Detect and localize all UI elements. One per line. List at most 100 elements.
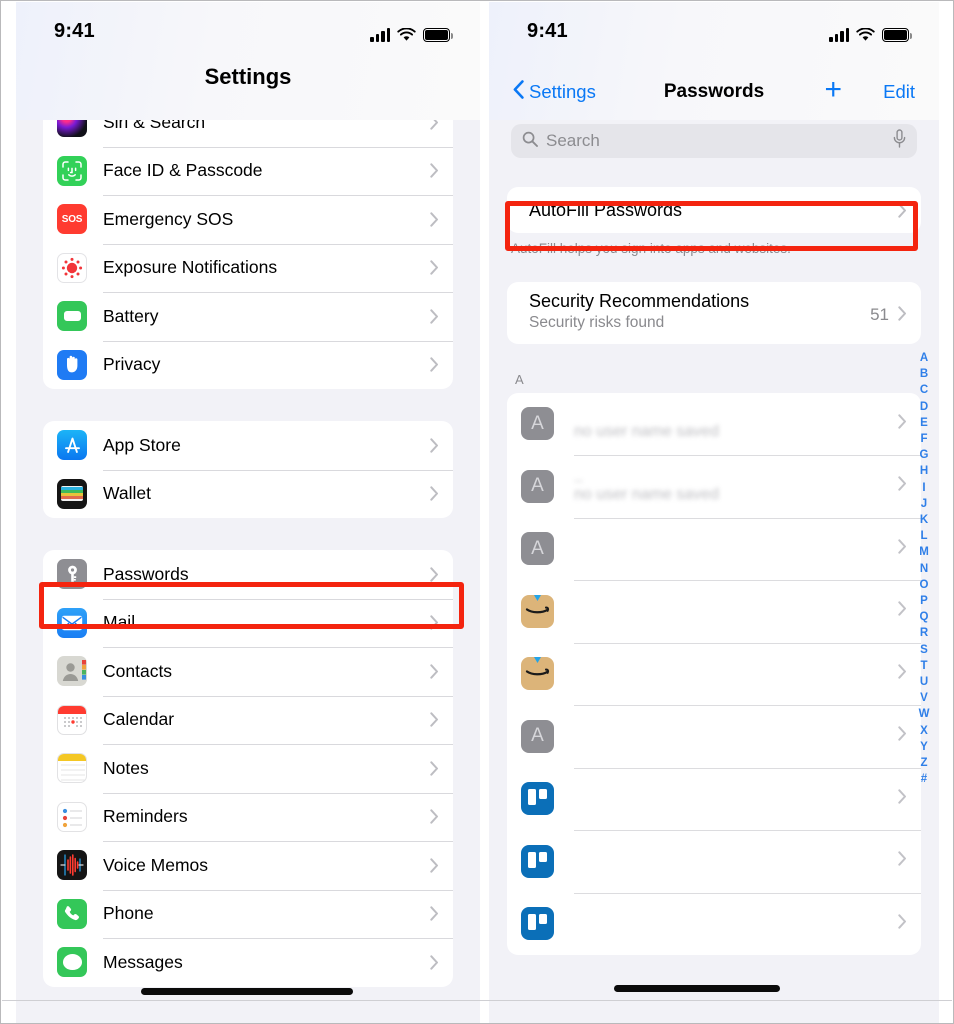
sidebar-item-exposure-notifications[interactable]: Exposure Notifications — [43, 243, 453, 293]
list-item[interactable]: A — [507, 517, 921, 581]
alpha-index-t[interactable]: T — [920, 658, 927, 674]
sidebar-item-mail[interactable]: Mail — [43, 598, 453, 648]
sidebar-item-battery[interactable]: Battery — [43, 292, 453, 341]
sidebar-item-reminders[interactable]: Reminders — [43, 792, 453, 842]
alpha-index-x[interactable]: X — [920, 723, 928, 739]
list-item[interactable] — [507, 580, 921, 643]
alpha-index-c[interactable]: C — [920, 382, 928, 398]
wifi-icon — [856, 27, 875, 42]
alpha-index-o[interactable]: O — [920, 577, 929, 593]
list-item[interactable]: A — [507, 705, 921, 768]
microphone-icon[interactable] — [893, 129, 906, 153]
alpha-index-h[interactable]: H — [920, 463, 928, 479]
icon-letter: A — [531, 537, 544, 559]
autofill-group: AutoFill Passwords — [507, 187, 921, 233]
status-bar-right: 9:41 — [489, 2, 939, 64]
alpha-index-g[interactable]: G — [920, 447, 929, 463]
autofill-passwords-label: AutoFill Passwords — [529, 199, 683, 220]
chevron-right-icon — [430, 567, 439, 582]
alpha-index-k[interactable]: K — [920, 512, 928, 528]
list-item[interactable]: A .. no user name saved — [507, 455, 921, 518]
alpha-index-m[interactable]: M — [919, 544, 929, 560]
sidebar-item-app-store[interactable]: App Store — [43, 421, 453, 470]
alpha-index-a[interactable]: A — [920, 350, 928, 366]
row-label: Emergency SOS — [103, 208, 234, 229]
chevron-right-icon — [430, 761, 439, 776]
row-label: Face ID & Passcode — [103, 160, 263, 181]
security-recommendations-subtitle: Security risks found — [529, 313, 665, 331]
alpha-index-hash[interactable]: # — [921, 771, 927, 787]
entry-subtitle: no user name saved — [574, 485, 719, 503]
alpha-index-r[interactable]: R — [920, 625, 928, 641]
settings-scroll-area[interactable]: Siri & Search Face ID & Passcode SOS Eme… — [16, 120, 480, 1023]
alpha-index-f[interactable]: F — [920, 431, 927, 447]
sidebar-item-calendar[interactable]: Calendar — [43, 695, 453, 745]
security-recommendations-row[interactable]: Security Recommendations Security risks … — [507, 282, 921, 344]
alpha-index-u[interactable]: U — [920, 674, 928, 690]
alpha-index-p[interactable]: P — [920, 593, 928, 609]
sidebar-item-emergency-sos[interactable]: SOS Emergency SOS — [43, 195, 453, 244]
alpha-index-w[interactable]: W — [919, 706, 930, 722]
alpha-index-e[interactable]: E — [920, 415, 928, 431]
sidebar-item-voice-memos[interactable]: Voice Memos — [43, 841, 453, 890]
signal-bars-icon — [370, 28, 390, 42]
list-item[interactable] — [507, 642, 921, 706]
chevron-right-icon — [430, 163, 439, 178]
sidebar-item-face-id-passcode[interactable]: Face ID & Passcode — [43, 146, 453, 196]
list-item[interactable]: A no user name saved — [507, 393, 921, 456]
sidebar-item-phone[interactable]: Phone — [43, 889, 453, 939]
chevron-right-icon — [430, 955, 439, 970]
sos-icon: SOS — [57, 204, 87, 235]
passwords-scroll-area[interactable]: AutoFill Passwords AutoFill helps you si… — [489, 165, 939, 1023]
alpha-index-y[interactable]: Y — [920, 739, 928, 755]
row-label: Reminders — [103, 806, 188, 827]
chevron-right-icon — [430, 712, 439, 727]
mail-icon — [57, 607, 87, 638]
alpha-index-l[interactable]: L — [920, 528, 927, 544]
row-label: Exposure Notifications — [103, 257, 278, 278]
list-item[interactable] — [507, 892, 921, 956]
exposure-notifications-icon — [57, 252, 87, 283]
status-time: 9:41 — [54, 20, 95, 42]
autofill-passwords-row[interactable]: AutoFill Passwords — [507, 187, 921, 233]
alpha-index-q[interactable]: Q — [920, 609, 929, 625]
alpha-index-j[interactable]: J — [921, 496, 927, 512]
row-label: Privacy — [103, 354, 161, 375]
sidebar-item-wallet[interactable]: Wallet — [43, 469, 453, 519]
sidebar-item-notes[interactable]: Notes — [43, 744, 453, 793]
trello-icon — [521, 782, 554, 816]
sidebar-item-privacy[interactable]: Privacy — [43, 340, 453, 390]
alpha-index-s[interactable]: S — [920, 642, 928, 658]
entry-text: no user name saved — [574, 406, 898, 441]
alpha-index-v[interactable]: V — [920, 690, 928, 706]
alphabet-index[interactable]: A B C D E F G H I J K L M N O P Q R S T U V W X Y Z # — [913, 350, 935, 787]
face-id-icon — [57, 155, 87, 186]
entry-title — [574, 540, 898, 557]
trello-icon — [521, 844, 554, 878]
chevron-right-icon — [898, 726, 907, 746]
messages-icon — [57, 947, 87, 978]
list-item[interactable] — [507, 830, 921, 893]
security-recommendations-group: Security Recommendations Security risks … — [507, 281, 921, 344]
alpha-index-n[interactable]: N — [920, 561, 928, 577]
edit-button[interactable]: Edit — [883, 81, 915, 103]
page-title: Passwords — [663, 81, 765, 102]
icon-letter: A — [531, 725, 544, 747]
list-item[interactable] — [507, 767, 921, 831]
search-icon — [522, 131, 538, 152]
navigation-bar: Settings Passwords + Edit — [489, 64, 939, 120]
alpha-index-d[interactable]: D — [920, 399, 928, 415]
chevron-right-icon — [430, 357, 439, 372]
add-password-button[interactable]: + — [824, 75, 842, 105]
sidebar-item-contacts[interactable]: Contacts — [43, 647, 453, 696]
sidebar-item-siri-search[interactable]: Siri & Search — [43, 120, 453, 147]
sidebar-item-passwords[interactable]: Passwords — [43, 550, 453, 599]
search-input[interactable]: Search — [511, 124, 917, 158]
chevron-right-icon — [430, 664, 439, 679]
status-indicators — [370, 24, 453, 42]
alpha-index-i[interactable]: I — [922, 480, 925, 496]
alpha-index-z[interactable]: Z — [920, 755, 927, 771]
chevron-right-icon — [430, 120, 439, 130]
sidebar-item-messages[interactable]: Messages — [43, 938, 453, 987]
alpha-index-b[interactable]: B — [920, 366, 928, 382]
